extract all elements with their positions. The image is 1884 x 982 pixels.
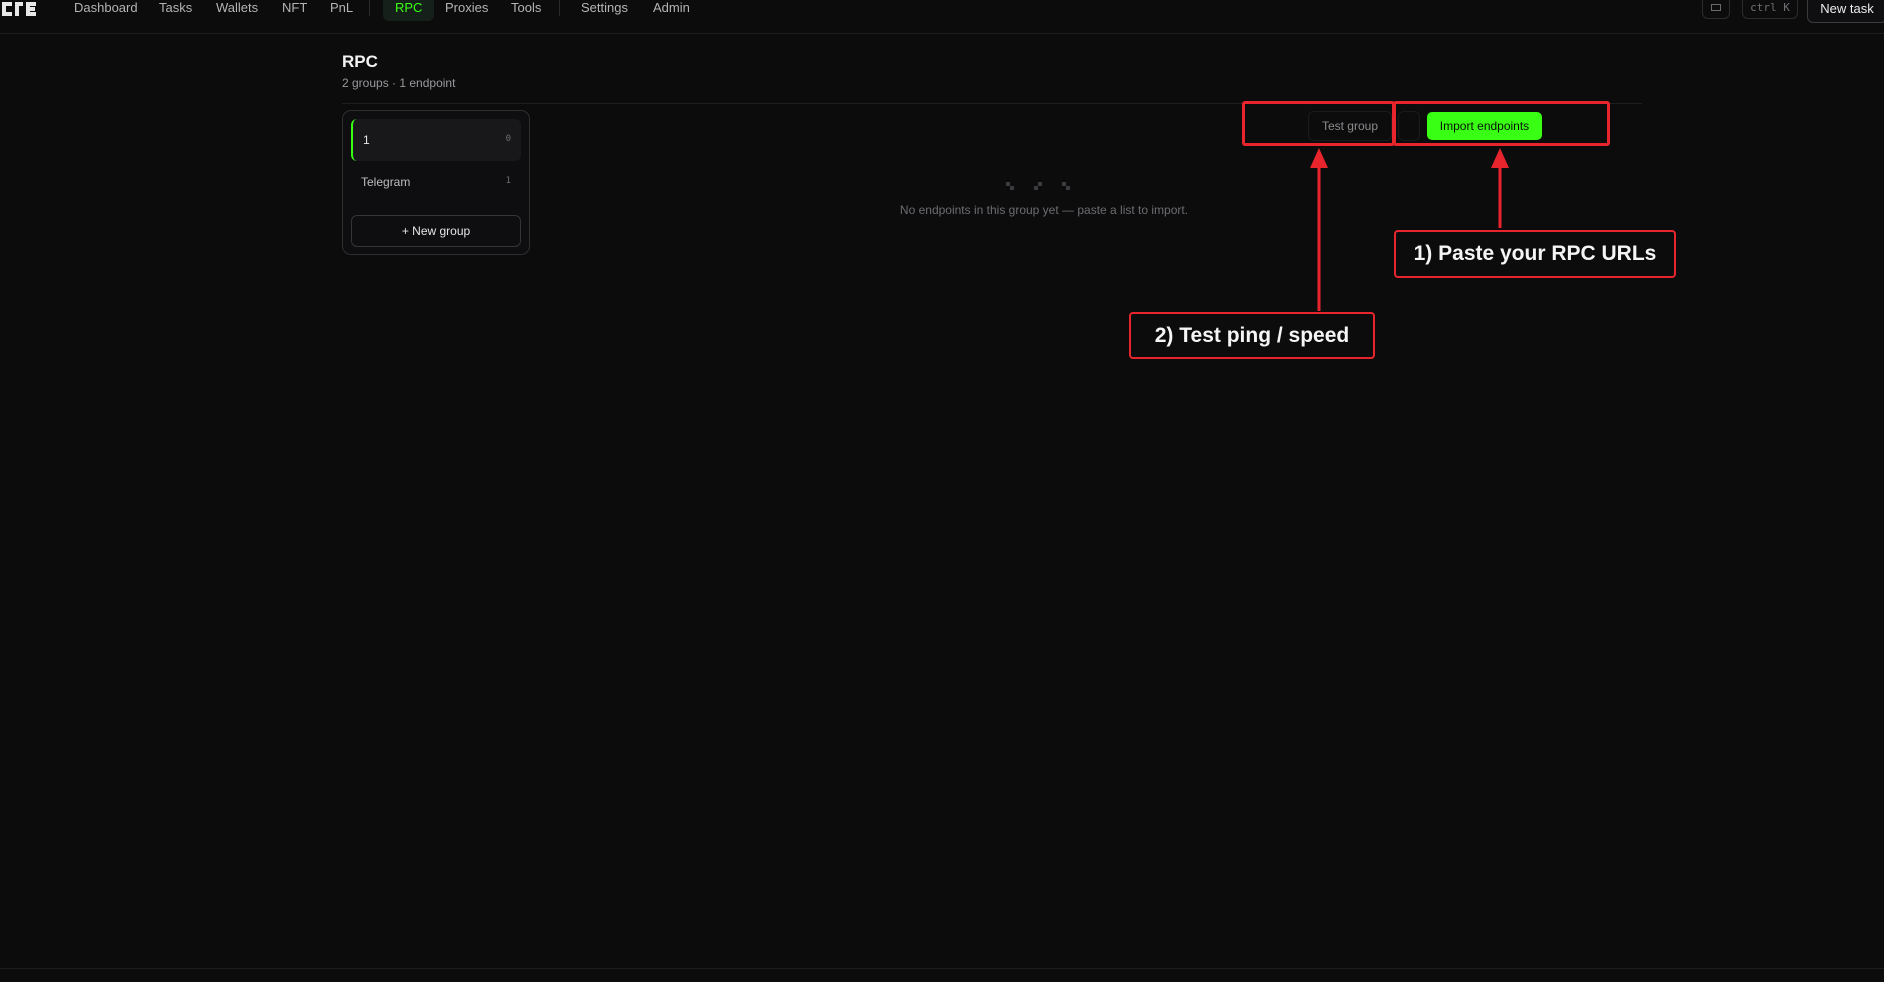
annotation-arrows	[1310, 148, 1509, 311]
annotation-step2: 2) Test ping / speed	[1129, 312, 1375, 359]
group-item-telegram[interactable]: Telegram 1	[351, 161, 521, 203]
empty-dots-icon	[1006, 182, 1070, 190]
command-palette-shortcut[interactable]: ctrl K	[1742, 0, 1798, 19]
group-endpoint-count: 0	[505, 134, 511, 144]
nav-nft[interactable]: NFT	[282, 0, 307, 21]
nav-wallets[interactable]: Wallets	[216, 0, 258, 21]
annotation-step1: 1) Paste your RPC URLs	[1394, 230, 1676, 278]
nav-proxies[interactable]: Proxies	[445, 0, 488, 21]
group-name: 1	[363, 133, 370, 147]
top-navigation-bar: Dashboard Tasks Wallets NFT PnL RPC Prox…	[0, 0, 1884, 34]
arrow-head-step2	[1310, 148, 1328, 168]
app-logo-icon[interactable]	[0, 0, 44, 22]
new-task-button[interactable]: New task	[1807, 0, 1884, 23]
group-item-1[interactable]: 1 0	[351, 119, 521, 161]
sidebar-layout-icon	[1711, 4, 1721, 11]
nav-settings[interactable]: Settings	[581, 0, 628, 21]
group-endpoint-count: 1	[505, 176, 511, 186]
page-subtitle: 2 groups · 1 endpoint	[342, 76, 456, 90]
highlight-import-endpoints	[1393, 101, 1610, 146]
arrow-head-step1	[1491, 148, 1509, 168]
groups-panel: 1 0 Telegram 1 + New group	[342, 110, 530, 255]
nav-tasks[interactable]: Tasks	[159, 0, 192, 21]
group-name: Telegram	[361, 175, 411, 189]
page-title: RPC	[342, 52, 378, 71]
highlight-test-group	[1242, 101, 1395, 146]
new-group-button[interactable]: + New group	[351, 215, 521, 247]
nav-rpc[interactable]: RPC	[383, 0, 435, 21]
nav-dashboard[interactable]: Dashboard	[74, 0, 138, 21]
nav-pnl[interactable]: PnL	[330, 0, 353, 21]
nav-admin[interactable]: Admin	[653, 0, 690, 21]
empty-state-message: No endpoints in this group yet — paste a…	[899, 203, 1189, 217]
layout-toggle-button[interactable]	[1702, 0, 1730, 19]
nav-separator	[559, 0, 560, 16]
status-bar	[0, 968, 1884, 982]
nav-tools[interactable]: Tools	[511, 0, 541, 21]
nav-separator	[369, 0, 370, 16]
